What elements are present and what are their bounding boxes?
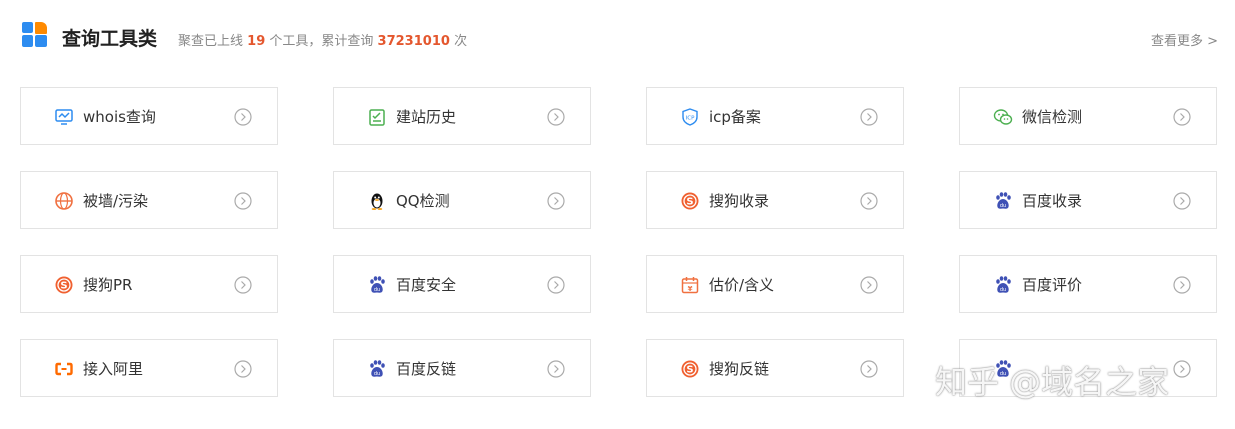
chevron-right-circle-icon (1173, 192, 1191, 210)
baidu-paw-icon: du (370, 360, 385, 377)
tool-card-sogou-index[interactable]: S 搜狗收录 (646, 171, 904, 229)
tool-label: 接入阿里 (83, 360, 144, 378)
sogou-icon: S (681, 360, 699, 378)
tool-card-baidu-security[interactable]: du 百度安全 (333, 255, 591, 313)
baidu-paw-icon: du (370, 276, 385, 293)
calendar-price-icon: ¥ (681, 277, 699, 294)
tool-card-site-history[interactable]: 建站历史 (333, 87, 591, 145)
tool-card-valuation[interactable]: ¥ 估价/含义 (646, 255, 904, 313)
tool-label: 百度反链 (396, 360, 457, 378)
tool-label: 估价/含义 (709, 276, 775, 294)
sogou-icon: S (681, 192, 699, 210)
chevron-right-circle-icon (860, 192, 878, 210)
tool-card-wechat[interactable]: 微信检测 (959, 87, 1217, 145)
chevron-right-circle-icon (1173, 108, 1191, 126)
monitor-chart-icon (55, 109, 73, 125)
svg-text:du: du (374, 371, 380, 377)
stats-text: 聚查已上线 19 个工具，累计查询 37231010 次 (178, 30, 467, 49)
chevron-right-circle-icon (234, 108, 252, 126)
sogou-icon: S (55, 276, 73, 294)
tool-card-qq[interactable]: QQ检测 (333, 171, 591, 229)
svg-text:S: S (686, 365, 693, 376)
stats-suffix: 次 (454, 34, 468, 49)
view-more-link[interactable]: 查看更多 > (1151, 30, 1218, 49)
query-count: 37231010 (377, 34, 450, 49)
chevron-right-circle-icon (1173, 276, 1191, 294)
tool-label: 搜狗反链 (709, 360, 770, 378)
aliyun-icon (55, 362, 73, 376)
tool-label: 搜狗PR (83, 276, 133, 294)
tool-card-icp[interactable]: ICP icp备案 (646, 87, 904, 145)
watermark: 知乎 @域名之家 (935, 363, 1170, 401)
chevron-right-circle-icon (860, 360, 878, 378)
tool-card-baidu-index[interactable]: du 百度收录 (959, 171, 1217, 229)
baidu-paw-icon: du (996, 192, 1011, 209)
svg-text:du: du (374, 287, 380, 293)
baidu-paw-icon: du (996, 276, 1011, 293)
tool-card-baidu-review[interactable]: du 百度评价 (959, 255, 1217, 313)
globe-block-icon (55, 192, 73, 210)
tool-count: 19 (247, 34, 266, 49)
chevron-right-circle-icon (860, 108, 878, 126)
svg-text:du: du (1000, 203, 1006, 209)
chevron-right-circle-icon (1173, 360, 1191, 378)
history-doc-icon (369, 109, 385, 126)
tool-label: QQ检测 (396, 192, 450, 210)
wechat-icon (993, 109, 1013, 125)
tool-card-whois[interactable]: whois查询 (20, 87, 278, 145)
section-title: 查询工具类 (62, 28, 158, 50)
svg-text:ICP: ICP (686, 116, 695, 122)
tool-label: 百度安全 (396, 276, 457, 294)
chevron-right-circle-icon (547, 192, 565, 210)
stats-middle: 个工具，累计查询 (269, 34, 374, 49)
icp-shield-icon: ICP (682, 108, 698, 126)
svg-text:S: S (60, 281, 67, 292)
svg-text:S: S (686, 197, 693, 208)
tool-card-sogou-pr[interactable]: S 搜狗PR (20, 255, 278, 313)
chevron-right-circle-icon (547, 276, 565, 294)
chevron-right-circle-icon (547, 108, 565, 126)
tool-label: 百度收录 (1022, 192, 1083, 210)
tool-label: 建站历史 (396, 108, 457, 126)
tool-label: 微信检测 (1022, 108, 1083, 126)
tool-card-sogou-backlinks[interactable]: S 搜狗反链 (646, 339, 904, 397)
tool-card-baidu-backlinks[interactable]: du 百度反链 (333, 339, 591, 397)
chevron-right-circle-icon (547, 360, 565, 378)
chevron-right-circle-icon (234, 360, 252, 378)
svg-text:du: du (1000, 287, 1006, 293)
tool-label: 百度评价 (1022, 276, 1083, 294)
svg-text:¥: ¥ (688, 285, 693, 293)
chevron-right-circle-icon (860, 276, 878, 294)
tool-label: whois查询 (83, 108, 156, 126)
section-header: 查询工具类 聚查已上线 19 个工具，累计查询 37231010 次 查看更多 … (22, 22, 1220, 52)
tool-label: icp备案 (709, 108, 761, 126)
tool-card-aliyun[interactable]: 接入阿里 (20, 339, 278, 397)
tool-label: 被墙/污染 (83, 192, 149, 210)
stats-prefix: 聚查已上线 (178, 34, 244, 49)
tool-label: 搜狗收录 (709, 192, 770, 210)
qq-penguin-icon (371, 193, 383, 210)
tool-card-blocked[interactable]: 被墙/污染 (20, 171, 278, 229)
chevron-right-circle-icon (234, 276, 252, 294)
chevron-right-circle-icon (234, 192, 252, 210)
tools-logo-icon (22, 22, 48, 48)
